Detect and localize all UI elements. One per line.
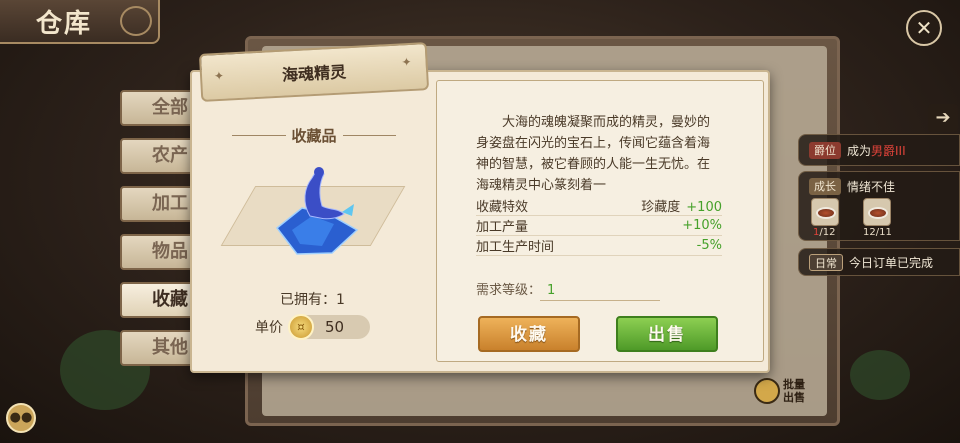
close-button[interactable]: ✕ — [906, 10, 942, 46]
expand-panel-button[interactable]: ➔ — [928, 104, 958, 132]
food-count-total: /12 — [819, 227, 836, 238]
arrow-right-icon: ➔ — [935, 107, 951, 128]
bulk-sell-button[interactable]: 批量出售 — [754, 374, 814, 408]
required-level-value: 1 — [547, 283, 556, 298]
growth-badge: 成长 — [809, 178, 841, 195]
tab-items[interactable]: 物品 — [120, 234, 200, 270]
top-ornament — [300, 0, 780, 40]
money-bag-icon — [754, 378, 780, 404]
stat-label: 加工生产时间 — [476, 240, 555, 255]
title-badge: 爵位 — [809, 142, 841, 159]
star-ornament-icon: ✦ — [213, 68, 225, 84]
title-quest-text: 成为 — [847, 144, 872, 158]
stat-row: 收藏特效 珍藏度 +100 — [476, 196, 722, 216]
unit-price-label: 单价 — [255, 320, 283, 336]
stat-label: 收藏特效 — [476, 200, 529, 215]
dish-icon — [816, 207, 836, 219]
food-item[interactable] — [811, 198, 839, 226]
plant-decoration — [850, 350, 910, 400]
required-level-label: 需求等级： — [476, 283, 542, 298]
stat-sub-label: 珍藏度 — [641, 200, 681, 215]
growth-panel[interactable]: 成长 情绪不佳 1/12 12/11 — [798, 171, 960, 241]
daily-badge: 日常 — [809, 254, 843, 271]
stat-value: -5% — [696, 238, 722, 253]
item-category: 收藏品 — [226, 124, 402, 146]
title-quest-panel[interactable]: 爵位 成为男爵III — [798, 134, 960, 166]
dish-icon — [868, 207, 888, 219]
chat-icon: ●● — [9, 410, 33, 425]
page-title: 仓库 — [36, 8, 93, 39]
star-ornament-icon: ✦ — [401, 54, 412, 70]
tab-collection[interactable]: 收藏 — [120, 282, 200, 318]
divider — [342, 134, 397, 136]
divider — [232, 134, 286, 136]
tab-processed[interactable]: 加工 — [120, 186, 200, 222]
item-name: 海魂精灵 — [281, 62, 347, 85]
bulk-sell-label: 批量出售 — [783, 378, 805, 404]
unit-price-value: 50 — [325, 318, 345, 336]
stat-row: 加工生产时间 -5% — [476, 236, 722, 256]
tab-farm-produce[interactable]: 农产 — [120, 138, 200, 174]
category-label: 收藏品 — [291, 126, 337, 145]
divider — [540, 300, 660, 301]
stat-row: 加工产量 +10% — [476, 216, 722, 236]
owned-count: 1 — [336, 292, 345, 308]
daily-status: 今日订单已完成 — [849, 256, 934, 270]
food-count: 12/11 — [863, 227, 892, 238]
header-ornament — [120, 6, 152, 36]
growth-status: 情绪不佳 — [847, 180, 896, 194]
sell-button[interactable]: 出售 — [616, 316, 718, 352]
tab-all[interactable]: 全部 — [120, 90, 200, 126]
stat-value: +10% — [682, 218, 722, 233]
owned-label: 已拥有： — [280, 292, 336, 308]
tab-other[interactable]: 其他 — [120, 330, 200, 366]
close-icon: ✕ — [915, 16, 933, 40]
sea-spirit-mermaid-icon — [275, 167, 359, 255]
stat-label: 加工产量 — [476, 220, 529, 235]
daily-panel[interactable]: 日常 今日订单已完成 — [798, 248, 960, 276]
chat-button[interactable]: ●● — [6, 403, 36, 433]
item-description: 大海的魂魄凝聚而成的精灵，曼妙的身姿盘在闪光的宝石上，传闻它蕴含着海神的智慧，被… — [476, 115, 711, 193]
title-rank: 男爵III — [871, 144, 906, 158]
coin-icon: ¤ — [288, 314, 314, 340]
stat-value: +100 — [686, 200, 722, 215]
collect-button[interactable]: 收藏 — [478, 316, 580, 352]
page-header: 仓库 — [0, 0, 160, 44]
food-item[interactable] — [863, 198, 891, 226]
